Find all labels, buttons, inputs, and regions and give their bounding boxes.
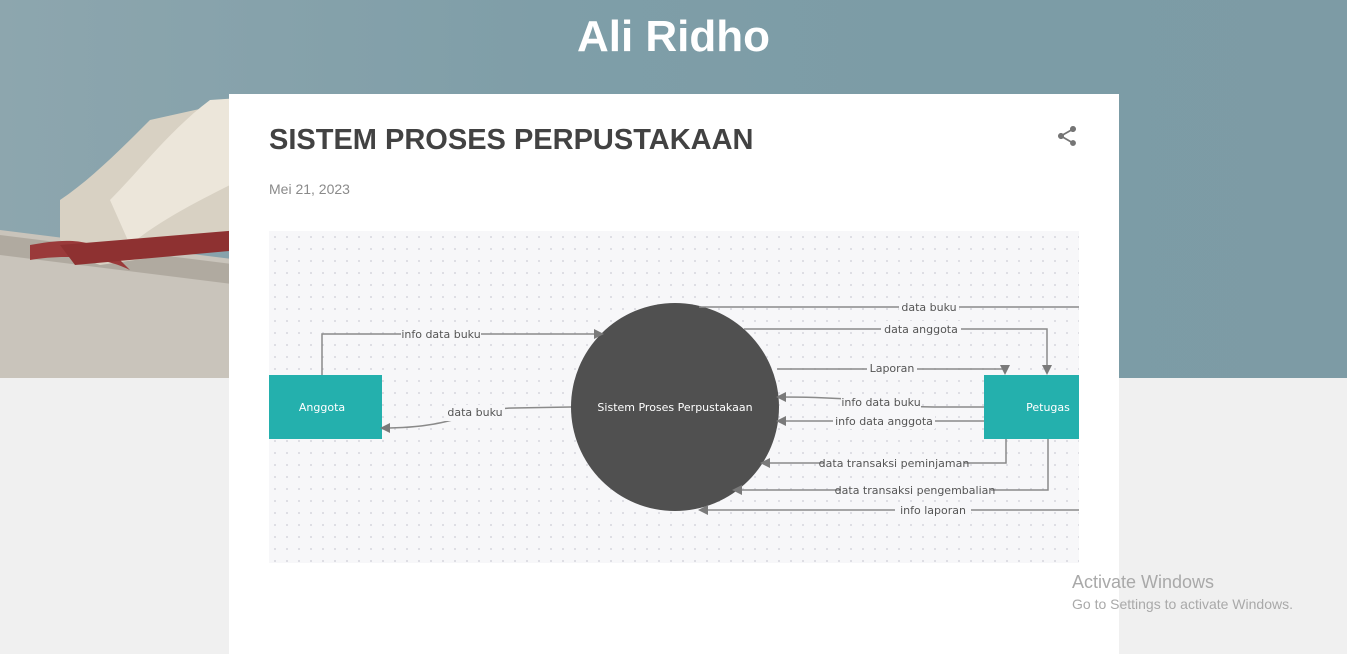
watermark-subtitle: Go to Settings to activate Windows. bbox=[1072, 596, 1293, 612]
post-card: SISTEM PROSES PERPUSTAKAAN Mei 21, 2023 … bbox=[229, 94, 1119, 654]
dfd-diagram-image[interactable]: Anggota Petugas Sistem Proses Perpustaka… bbox=[269, 231, 1079, 563]
windows-activation-watermark: Activate Windows Go to Settings to activ… bbox=[1072, 572, 1293, 612]
flow-label-data-anggota: data anggota bbox=[884, 323, 958, 336]
flow-label-data-transaksi-pengembalian: data transaksi pengembalian bbox=[835, 484, 996, 497]
flow-label-info-data-buku-right: info data buku bbox=[841, 396, 920, 409]
flow-label-laporan: Laporan bbox=[870, 362, 915, 375]
watermark-title: Activate Windows bbox=[1072, 572, 1215, 592]
post-title[interactable]: SISTEM PROSES PERPUSTAKAAN bbox=[269, 124, 753, 157]
flow-label-info-data-anggota: info data anggota bbox=[835, 415, 933, 428]
blog-title[interactable]: Ali Ridho bbox=[0, 12, 1347, 62]
flow-label-data-transaksi-peminjaman: data transaksi peminjaman bbox=[819, 457, 970, 470]
share-icon bbox=[1058, 126, 1076, 146]
post-date[interactable]: Mei 21, 2023 bbox=[269, 181, 350, 197]
entity-petugas-label: Petugas bbox=[1026, 401, 1070, 414]
entity-anggota-label: Anggota bbox=[299, 401, 345, 414]
share-button[interactable] bbox=[1055, 124, 1079, 148]
flow-label-info-laporan: info laporan bbox=[900, 504, 966, 517]
flow-label-info-data-buku-top: info data buku bbox=[401, 328, 480, 341]
flow-label-data-buku-left: data buku bbox=[447, 406, 502, 419]
book-image bbox=[0, 98, 240, 378]
flow-label-data-buku-top: data buku bbox=[901, 301, 956, 314]
process-label: Sistem Proses Perpustakaan bbox=[597, 401, 752, 414]
